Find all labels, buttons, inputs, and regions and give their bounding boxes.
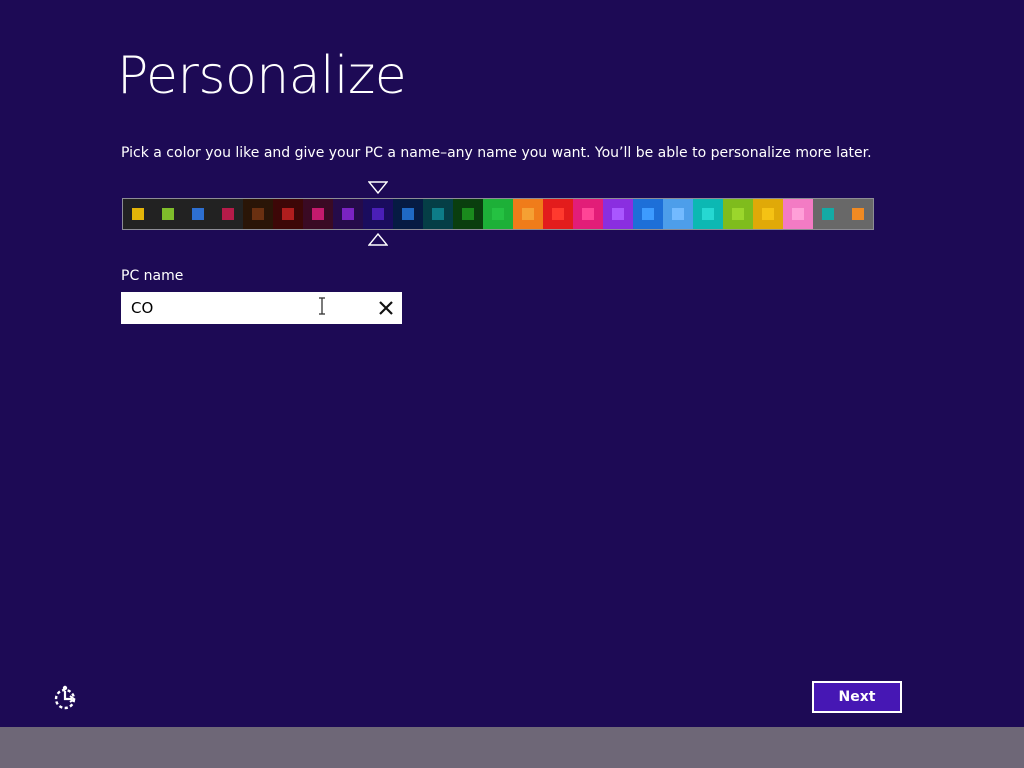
text-cursor-icon <box>319 297 325 315</box>
color-chip <box>372 208 384 220</box>
ease-of-access-icon[interactable] <box>52 684 80 712</box>
selected-color-marker-bottom <box>368 233 388 246</box>
color-swatch[interactable] <box>273 199 303 229</box>
color-swatch[interactable] <box>153 199 183 229</box>
color-chip <box>642 208 654 220</box>
color-chip <box>222 208 234 220</box>
color-chip <box>792 208 804 220</box>
color-swatch[interactable] <box>393 199 423 229</box>
color-swatch[interactable] <box>693 199 723 229</box>
close-icon <box>379 301 393 315</box>
color-chip <box>252 208 264 220</box>
color-chip <box>492 208 504 220</box>
color-swatch[interactable] <box>363 199 393 229</box>
next-button[interactable]: Next <box>812 681 902 713</box>
color-chip <box>462 208 474 220</box>
color-swatch[interactable] <box>453 199 483 229</box>
page-description: Pick a color you like and give your PC a… <box>121 145 872 161</box>
color-chip <box>522 208 534 220</box>
color-chip <box>852 208 864 220</box>
color-swatch[interactable] <box>663 199 693 229</box>
color-chip <box>402 208 414 220</box>
color-chip <box>822 208 834 220</box>
color-chip <box>162 208 174 220</box>
color-swatch[interactable] <box>573 199 603 229</box>
color-chip <box>282 208 294 220</box>
clear-button[interactable] <box>374 296 398 320</box>
setup-screen: Personalize Pick a color you like and gi… <box>0 0 1024 768</box>
color-chip <box>552 208 564 220</box>
color-swatch[interactable] <box>633 199 663 229</box>
color-swatch[interactable] <box>513 199 543 229</box>
color-swatch[interactable] <box>123 199 153 229</box>
color-swatch[interactable] <box>243 199 273 229</box>
color-swatch[interactable] <box>843 199 873 229</box>
color-picker <box>122 198 874 230</box>
color-swatch[interactable] <box>783 199 813 229</box>
color-swatch[interactable] <box>183 199 213 229</box>
color-chip <box>762 208 774 220</box>
color-swatch[interactable] <box>813 199 843 229</box>
color-swatch[interactable] <box>723 199 753 229</box>
color-swatch[interactable] <box>333 199 363 229</box>
color-swatch[interactable] <box>543 199 573 229</box>
bottom-bar <box>0 727 1024 768</box>
pc-name-label: PC name <box>121 268 184 284</box>
color-chip <box>702 208 714 220</box>
color-chip <box>312 208 324 220</box>
color-chip <box>732 208 744 220</box>
selected-color-marker-top <box>368 181 388 194</box>
color-swatch[interactable] <box>213 199 243 229</box>
color-chip <box>342 208 354 220</box>
color-swatch[interactable] <box>303 199 333 229</box>
color-chip <box>612 208 624 220</box>
color-chip <box>582 208 594 220</box>
color-swatch[interactable] <box>483 199 513 229</box>
color-chip <box>132 208 144 220</box>
pc-name-field <box>121 292 402 324</box>
color-swatch[interactable] <box>423 199 453 229</box>
color-chip <box>192 208 204 220</box>
color-swatch[interactable] <box>753 199 783 229</box>
color-chip <box>432 208 444 220</box>
color-chip <box>672 208 684 220</box>
color-swatch[interactable] <box>603 199 633 229</box>
page-title: Personalize <box>117 46 407 106</box>
